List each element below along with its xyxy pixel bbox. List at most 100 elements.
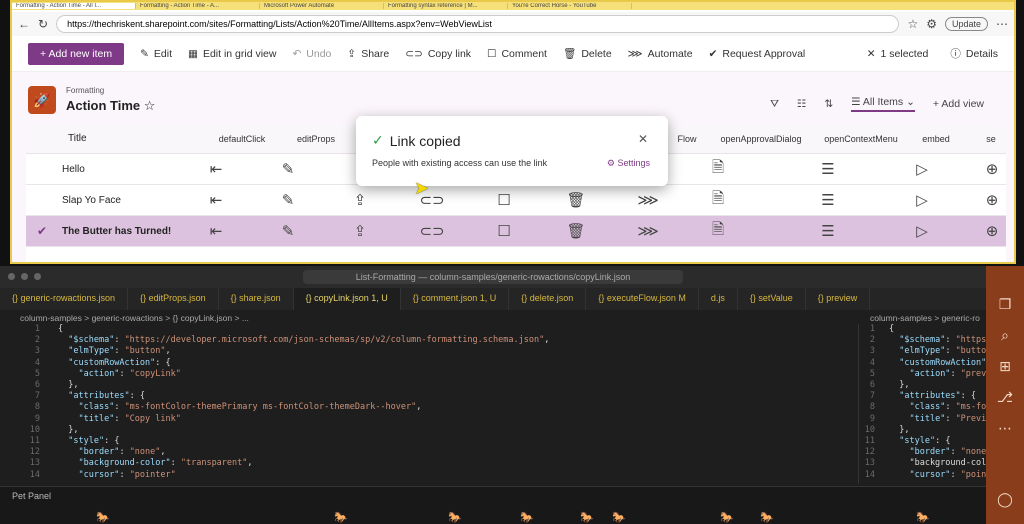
share-icon[interactable]: ⇪ — [348, 191, 372, 209]
sort-icon[interactable]: ⇅ — [824, 98, 833, 110]
back-icon[interactable]: ← — [18, 17, 30, 31]
search-icon[interactable]: ⌕ — [1001, 327, 1009, 344]
pet-panel-label[interactable]: Pet Panel — [12, 491, 51, 501]
undo-button[interactable]: ↶ Undo — [292, 48, 331, 60]
filter-icon[interactable]: ⛛ — [770, 98, 779, 111]
editor-tab-active[interactable]: {} copyLink.json 1, U — [293, 288, 401, 310]
browser-tab[interactable]: Formatting - Action Time - All I... — [12, 3, 136, 9]
command-center[interactable]: List-Formatting — column-samples/generic… — [303, 270, 683, 284]
favorite-star-icon[interactable]: ☆ — [144, 98, 156, 113]
editor-tab[interactable]: {} editProps.json — [128, 288, 219, 310]
default-click-icon[interactable]: ⇤ — [204, 222, 228, 240]
default-click-icon[interactable]: ⇤ — [204, 191, 228, 209]
editor-tab[interactable]: {} share.json — [219, 288, 294, 310]
add-icon[interactable]: ⊕ — [980, 160, 1004, 178]
selected-check-icon[interactable]: ✔ — [32, 224, 52, 238]
list-row[interactable] — [26, 247, 1006, 262]
add-icon[interactable]: ⊕ — [980, 191, 1004, 209]
add-view-button[interactable]: + Add view — [933, 98, 984, 110]
row-title[interactable]: Hello — [62, 164, 85, 175]
column-header[interactable]: defaultClick — [202, 134, 282, 144]
editor-tab[interactable]: {} setValue — [738, 288, 806, 310]
edit-button[interactable]: ✎ Edit — [140, 48, 172, 60]
comment-icon[interactable]: ☐ — [492, 222, 516, 240]
add-new-item-button[interactable]: + Add new item — [28, 42, 125, 65]
browser-tab[interactable]: You're Correct Horse - YouTube — [508, 3, 632, 9]
share-button[interactable]: ⇪ Share — [347, 48, 389, 60]
reload-icon[interactable]: ↻ — [38, 17, 48, 31]
star-icon[interactable]: ☆ — [907, 17, 918, 31]
comment-icon[interactable]: ☐ — [492, 191, 516, 209]
source-control-icon[interactable]: ⎇ — [997, 389, 1013, 406]
play-icon[interactable]: ▷ — [910, 191, 934, 209]
editor-tab[interactable]: {} executeFlow.json M — [586, 288, 699, 310]
editor-tab[interactable]: {} comment.json 1, U — [401, 288, 510, 310]
browser-tab[interactable]: Formatting syntax reference | M... — [384, 3, 508, 9]
grid-view-button[interactable]: ▦ Edit in grid view — [188, 48, 276, 60]
pencil-icon[interactable]: ✎ — [276, 191, 300, 209]
group-icon[interactable]: ☷ — [797, 98, 806, 110]
toast-settings-link[interactable]: ⚙ Settings — [607, 158, 650, 169]
column-header-title[interactable]: Title — [68, 133, 87, 144]
column-header[interactable]: Flow — [672, 134, 702, 144]
account-icon[interactable]: ◯ — [997, 491, 1013, 508]
more-icon[interactable]: ⋯ — [996, 17, 1008, 31]
delete-button[interactable]: 🗑 Delete — [563, 47, 612, 61]
context-menu-icon[interactable]: ☰ — [816, 191, 840, 209]
column-header[interactable]: editProps — [276, 134, 356, 144]
editor-tab[interactable]: {} preview — [806, 288, 871, 310]
extensions-icon[interactable]: ⊞ — [999, 358, 1011, 375]
approval-document-icon[interactable]: 🗎 — [706, 219, 730, 244]
approval-document-icon[interactable]: 🗎 — [706, 188, 730, 213]
update-button[interactable]: Update — [944, 17, 988, 31]
more-icon[interactable]: ⋯ — [998, 420, 1012, 437]
play-icon[interactable]: ▷ — [910, 222, 934, 240]
request-approval-button[interactable]: ✔ Request Approval — [709, 48, 806, 60]
editor-tab[interactable]: d.js — [699, 288, 738, 310]
browser-tab[interactable]: Microsoft Power Automate — [260, 3, 384, 9]
list-row[interactable]: Slap Yo Face ⇤ ✎ ⇪ ⊂⊃ ☐ 🗑 ⋙ 🗎 ☰ ▷ ⊕ — [26, 185, 1006, 216]
editor-breadcrumb[interactable]: column-samples > generic-rowactions > {}… — [20, 313, 249, 323]
list-row-selected[interactable]: ✔ The Butter has Turned! ⇤ ✎ ⇪ ⊂⊃ ☐ 🗑 ⋙ … — [26, 216, 1006, 247]
copy-link-button[interactable]: ⊂⊃ Copy link — [405, 48, 471, 60]
automate-button[interactable]: ⋙ Automate — [628, 48, 693, 60]
window-controls[interactable] — [8, 273, 41, 280]
column-header[interactable]: se — [976, 134, 1006, 144]
column-header[interactable]: embed — [906, 134, 966, 144]
share-icon[interactable]: ⇪ — [348, 222, 372, 240]
trash-icon[interactable]: 🗑 — [564, 222, 588, 240]
files-icon[interactable]: ❐ — [999, 296, 1012, 313]
url-field[interactable]: https://thechriskent.sharepoint.com/site… — [56, 15, 900, 33]
play-icon[interactable]: ▷ — [910, 160, 934, 178]
flow-icon[interactable]: ⋙ — [636, 222, 660, 240]
share-icon: ⇪ — [347, 47, 357, 60]
close-icon[interactable]: ✕ — [638, 132, 648, 146]
code-editor-split[interactable]: 1 {2 "$schema": "https:/ 3 "elmType": "but… — [858, 324, 988, 484]
context-menu-icon[interactable]: ☰ — [816, 222, 840, 240]
pencil-icon[interactable]: ✎ — [276, 222, 300, 240]
pencil-icon[interactable]: ✎ — [276, 160, 300, 178]
column-header[interactable]: openContextMenu — [816, 134, 906, 144]
default-click-icon[interactable]: ⇤ — [204, 160, 228, 178]
site-name[interactable]: Formatting — [66, 86, 104, 95]
editor-breadcrumb-2[interactable]: column-samples > generic-ro — [870, 313, 986, 323]
link-icon[interactable]: ⊂⊃ — [419, 222, 444, 240]
details-button[interactable]: ⓘ Details — [950, 46, 998, 61]
code-editor[interactable]: 1 {2 "$schema": "https://developer.micros… — [0, 324, 850, 484]
editor-tab[interactable]: {} generic-rowactions.json — [0, 288, 129, 310]
line-number: 2 — [869, 335, 875, 346]
editor-tab[interactable]: {} delete.json — [509, 288, 587, 310]
flow-icon[interactable]: ⋙ — [636, 191, 660, 209]
extension-icon[interactable]: ⚙ — [926, 17, 937, 31]
view-selector[interactable]: ☰ All Items ⌄ — [851, 96, 915, 112]
add-icon[interactable]: ⊕ — [980, 222, 1004, 240]
selection-status[interactable]: ✕ 1 selected — [867, 46, 929, 61]
trash-icon[interactable]: 🗑 — [564, 191, 588, 209]
comment-button[interactable]: ☐ Comment — [487, 48, 547, 60]
column-header[interactable]: openApprovalDialog — [706, 134, 816, 144]
row-title[interactable]: The Butter has Turned! — [62, 226, 171, 237]
browser-tab[interactable]: Formatting - Action Time - A... — [136, 3, 260, 9]
approval-document-icon[interactable]: 🗎 — [706, 157, 730, 182]
row-title[interactable]: Slap Yo Face — [62, 195, 121, 206]
context-menu-icon[interactable]: ☰ — [816, 160, 840, 178]
